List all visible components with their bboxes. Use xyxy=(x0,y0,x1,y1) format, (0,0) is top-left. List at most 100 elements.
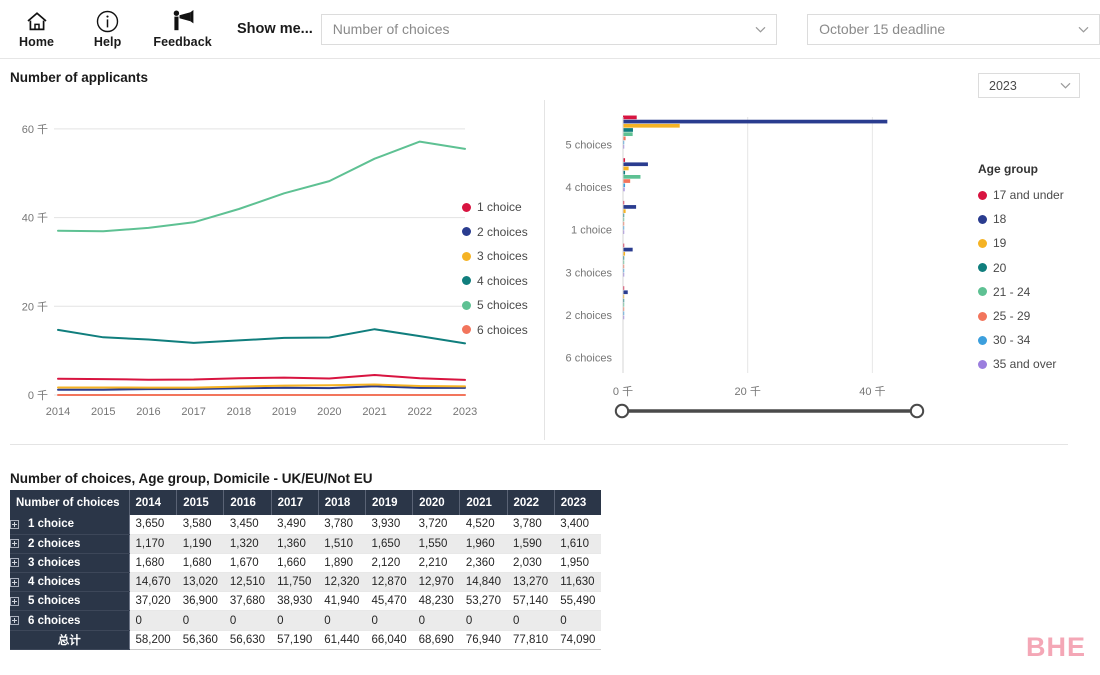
year-select[interactable]: 2023 xyxy=(978,73,1080,98)
legend-color-dot xyxy=(978,190,987,200)
table-header-year[interactable]: 2022 xyxy=(507,490,555,515)
bar-4-choices-25---29[interactable] xyxy=(623,179,631,183)
table-header-year[interactable]: 2018 xyxy=(318,490,366,515)
age-legend-item[interactable]: 18 xyxy=(978,207,1064,231)
table-cell: 14,670 xyxy=(129,572,177,593)
table-row-header[interactable]: 3 choices xyxy=(10,553,130,574)
bar-chart-category-label[interactable]: 3 choices xyxy=(566,267,613,279)
table-header-year[interactable]: 2015 xyxy=(176,490,225,515)
range-slider-handle-min[interactable] xyxy=(614,403,630,419)
range-slider-handle-max[interactable] xyxy=(909,403,925,419)
line-series-1-choice[interactable] xyxy=(57,374,466,381)
age-legend-item[interactable]: 30 - 34 xyxy=(978,328,1064,352)
table-row-header[interactable]: 4 choices xyxy=(10,572,130,593)
table-total-cell: 66,040 xyxy=(365,630,413,650)
applicants-line-chart[interactable]: 0 千 20 千 40 千 60 千 2014 2015 2016 2017 2018 2019 2… xyxy=(0,105,540,425)
line-legend-item[interactable]: 2 choices xyxy=(462,220,528,245)
table-total-cell: 61,440 xyxy=(318,630,366,650)
bar-chart-category-label[interactable]: 6 choices xyxy=(566,353,613,365)
age-legend-item[interactable]: 17 and under xyxy=(978,183,1064,207)
table-cell: 1,650 xyxy=(365,534,413,554)
table-cell: 0 xyxy=(365,610,413,631)
legend-color-dot xyxy=(978,287,987,297)
table-row-label: 1 choice xyxy=(28,518,75,531)
line-chart-legend: 1 choice 2 choices 3 choices 4 choices 5 cho… xyxy=(462,195,528,342)
table-total-label-cell: 总计 xyxy=(10,630,130,650)
measure-select[interactable]: Number of choices xyxy=(320,13,778,45)
bar-4-choices-19[interactable] xyxy=(623,166,629,171)
table-header-year[interactable]: 2021 xyxy=(459,490,508,515)
line-legend-item[interactable]: 3 choices xyxy=(462,244,528,269)
expand-plus-icon[interactable] xyxy=(10,558,19,568)
bar-4-choices-21---24[interactable] xyxy=(623,175,641,179)
line-chart-x-tick: 2020 xyxy=(317,406,341,418)
line-chart-x-tick: 2022 xyxy=(408,406,432,418)
feedback-button[interactable]: Feedback xyxy=(146,1,219,57)
line-legend-item[interactable]: 5 choices xyxy=(462,293,528,318)
table-header-year[interactable]: 2023 xyxy=(554,490,602,515)
bar-5-choices-19[interactable] xyxy=(623,123,680,128)
line-legend-item[interactable]: 4 choices xyxy=(462,269,528,294)
deadline-select[interactable]: October 15 deadline xyxy=(807,13,1100,45)
age-legend-item[interactable]: 19 xyxy=(978,231,1064,255)
bar-5-choices-18[interactable] xyxy=(623,119,888,124)
table-cell: 36,900 xyxy=(176,591,224,612)
table-row-header[interactable]: 5 choices xyxy=(10,591,130,612)
legend-label: 6 choices xyxy=(477,322,528,337)
bar-chart-category-label[interactable]: 4 choices xyxy=(566,182,613,194)
bar-chart-category-label[interactable]: 1 choice xyxy=(571,225,612,237)
table-cell: 13,020 xyxy=(176,572,224,593)
table-cell: 1,170 xyxy=(129,534,177,554)
table-row-header[interactable]: 2 choices xyxy=(10,534,130,554)
table-cell: 11,630 xyxy=(554,572,602,593)
bar-chart-category-label[interactable]: 2 choices xyxy=(566,310,613,322)
table-header-year[interactable]: 2019 xyxy=(365,490,414,515)
expand-plus-icon[interactable] xyxy=(10,616,19,626)
table-header-choices[interactable]: Number of choices xyxy=(10,490,130,515)
bar-5-choices-21---24[interactable] xyxy=(623,132,633,137)
bar-1-choice-18[interactable] xyxy=(623,205,637,209)
home-button[interactable]: Home xyxy=(6,1,67,57)
table-cell: 3,400 xyxy=(554,515,602,535)
bar-5-choices-17-and-under[interactable] xyxy=(623,115,637,120)
legend-label: 1 choice xyxy=(477,200,522,215)
line-chart-x-tick: 2016 xyxy=(136,406,160,418)
expand-plus-icon[interactable] xyxy=(10,596,19,606)
age-legend-item[interactable]: 35 and over xyxy=(978,352,1064,376)
table-header-year[interactable]: 2020 xyxy=(412,490,461,515)
age-legend-item[interactable]: 20 xyxy=(978,256,1064,280)
expand-plus-icon[interactable] xyxy=(10,539,19,549)
help-button[interactable]: Help xyxy=(77,1,138,57)
age-legend-item[interactable]: 21 - 24 xyxy=(978,280,1064,304)
line-chart-x-tick: 2023 xyxy=(453,406,477,418)
show-me-label: Show me... xyxy=(237,21,313,37)
expand-plus-icon[interactable] xyxy=(10,519,19,529)
table-header-year[interactable]: 2017 xyxy=(271,490,319,515)
table-total-cell: 68,690 xyxy=(412,630,460,650)
bar-2-choices-18[interactable] xyxy=(623,290,628,295)
table-cell: 55,490 xyxy=(554,591,602,612)
line-series-4-choices[interactable] xyxy=(57,328,466,345)
age-legend-item[interactable]: 25 - 29 xyxy=(978,304,1064,328)
legend-label: 4 choices xyxy=(477,273,528,288)
legend-color-dot xyxy=(978,311,987,321)
bar-chart-x-tick: 0 千 xyxy=(613,385,633,398)
line-legend-item[interactable]: 1 choice xyxy=(462,195,528,220)
age-group-bar-chart[interactable]: 0 千 20 千 40 千 5 choices 4 choices 1 choice 3 c… xyxy=(548,105,973,430)
line-chart-y-tick: 60 千 xyxy=(22,123,48,136)
line-chart-x-tick: 2021 xyxy=(362,406,386,418)
line-legend-item[interactable]: 6 choices xyxy=(462,318,528,343)
table-cell: 1,680 xyxy=(176,553,224,574)
table-row-header[interactable]: 6 choices xyxy=(10,610,130,631)
expand-plus-icon[interactable] xyxy=(10,577,19,587)
table-cell: 1,950 xyxy=(554,553,602,574)
bar-4-choices-18[interactable] xyxy=(623,162,648,167)
table-row-header[interactable]: 1 choice xyxy=(10,515,130,535)
legend-color-dot xyxy=(462,325,471,335)
table-header-year[interactable]: 2016 xyxy=(223,490,272,515)
table-header-year[interactable]: 2014 xyxy=(129,490,178,515)
bar-3-choices-18[interactable] xyxy=(623,247,633,252)
bar-5-choices-20[interactable] xyxy=(623,128,633,132)
table-row-label: 3 choices xyxy=(28,556,81,569)
bar-chart-category-label[interactable]: 5 choices xyxy=(566,139,613,151)
